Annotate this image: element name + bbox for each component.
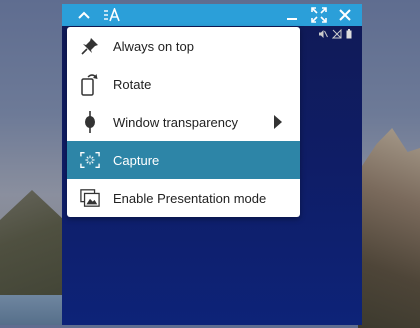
- close-icon[interactable]: [336, 6, 354, 24]
- desktop-wallpaper-water: [0, 295, 70, 325]
- device-status-bar: [318, 29, 352, 39]
- desktop-wallpaper-mountain: [358, 128, 420, 328]
- menu-item-label: Always on top: [113, 38, 194, 54]
- menu-item-label: Enable Presentation mode: [113, 190, 267, 206]
- capture-icon: [80, 148, 100, 172]
- text-size-icon[interactable]: [102, 6, 122, 24]
- menu-item-always-on-top[interactable]: Always on top: [67, 27, 300, 65]
- rotate-icon: [80, 72, 100, 96]
- menu-item-presentation-mode[interactable]: Enable Presentation mode: [67, 179, 300, 217]
- pin-icon: [80, 34, 100, 58]
- no-signal-icon: [332, 29, 342, 39]
- options-menu: Always on top Rotate Window transparency: [67, 27, 300, 217]
- mute-icon: [318, 29, 328, 39]
- menu-item-rotate[interactable]: Rotate: [67, 65, 300, 103]
- minimize-icon[interactable]: [284, 6, 300, 24]
- menu-item-capture[interactable]: Capture: [67, 141, 300, 179]
- menu-item-label: Capture: [113, 152, 160, 168]
- collapse-icon[interactable]: [76, 6, 92, 24]
- fullscreen-icon[interactable]: [310, 6, 328, 24]
- presentation-icon: [80, 186, 100, 210]
- title-bar[interactable]: [62, 4, 362, 26]
- menu-item-window-transparency[interactable]: Window transparency: [67, 103, 300, 141]
- transparency-icon: [80, 110, 100, 134]
- battery-icon: [346, 29, 352, 39]
- menu-item-label: Rotate: [113, 76, 152, 92]
- submenu-arrow-icon: [274, 115, 282, 132]
- menu-item-label: Window transparency: [113, 114, 238, 130]
